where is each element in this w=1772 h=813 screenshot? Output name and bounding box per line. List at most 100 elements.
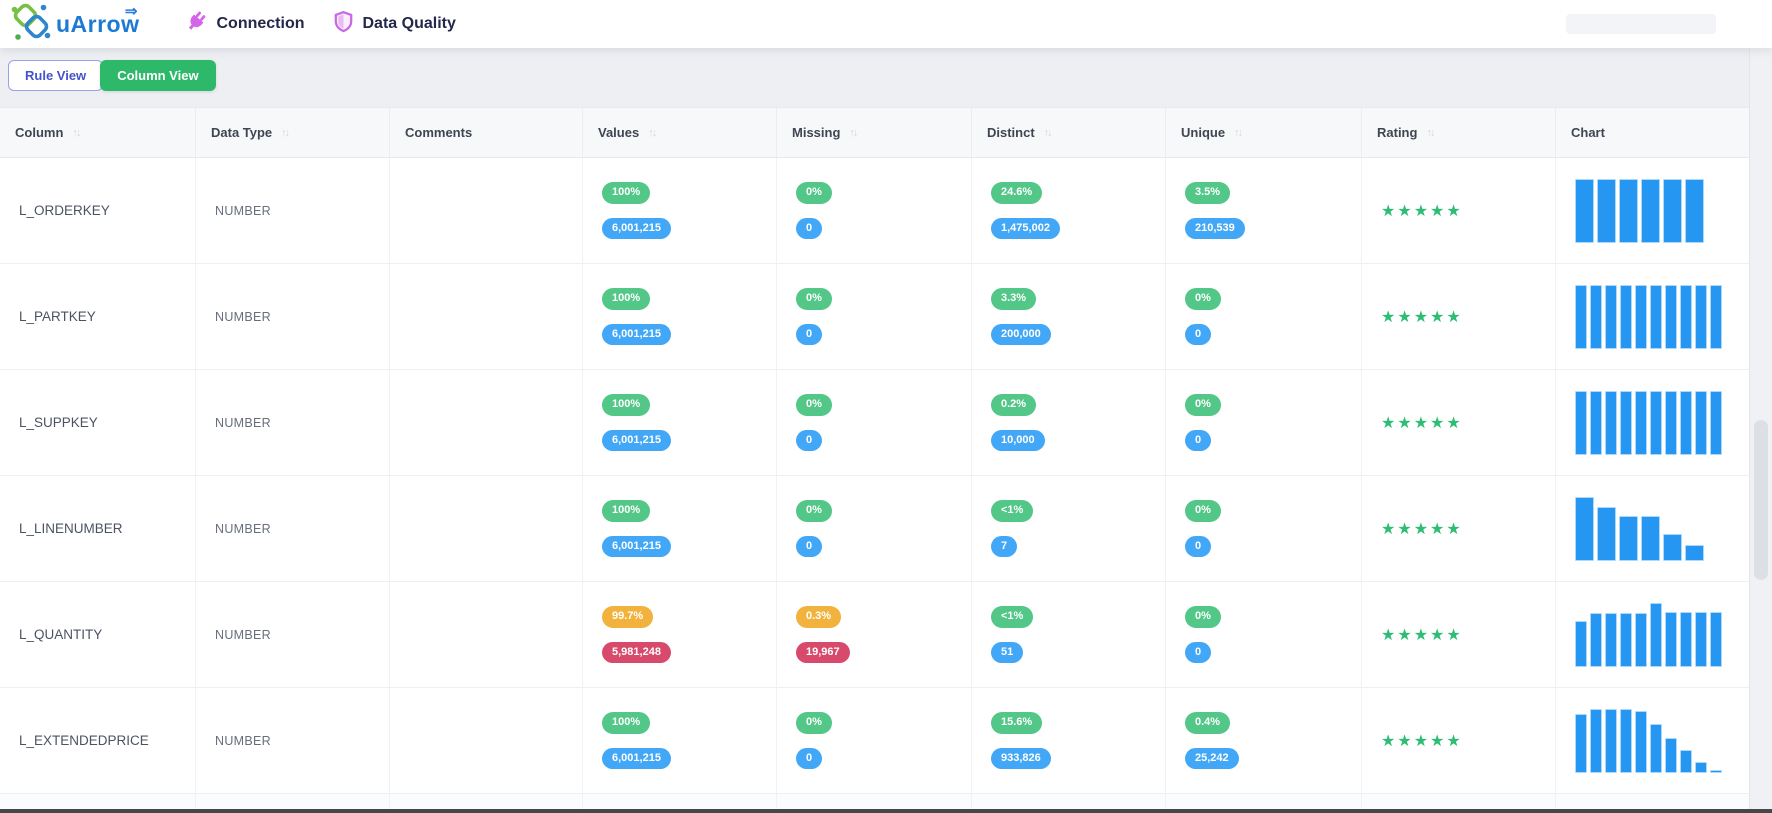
missing-cell: 0%0 xyxy=(777,688,972,793)
logo-icon xyxy=(10,2,52,47)
sort-icon[interactable]: ↑↓ xyxy=(281,127,288,139)
sort-icon[interactable]: ↑↓ xyxy=(1044,127,1051,139)
vertical-scrollbar[interactable] xyxy=(1749,48,1772,813)
table-row-l-extendedprice: L_EXTENDEDPRICENUMBER100%6,001,2150%015.… xyxy=(0,688,1749,794)
histogram-bar xyxy=(1619,179,1638,243)
main-nav: Connection Data Quality xyxy=(184,10,456,39)
histogram-bar xyxy=(1710,612,1722,667)
column-name-cell: L_QUANTITY xyxy=(0,582,196,687)
sort-icon[interactable]: ↑↓ xyxy=(1426,127,1433,139)
sort-icon[interactable]: ↑↓ xyxy=(849,127,856,139)
column-header-label: Distinct xyxy=(987,125,1035,140)
distinct-cell: 3.3%200,000 xyxy=(972,264,1166,369)
partial-row-cell xyxy=(972,794,1166,809)
column-header-rating[interactable]: Rating ↑↓ xyxy=(1362,108,1556,157)
column-header-distinct[interactable]: Distinct ↑↓ xyxy=(972,108,1166,157)
histogram-bar xyxy=(1590,285,1602,349)
column-name-cell: L_EXTENDEDPRICE xyxy=(0,688,196,793)
column-header-missing[interactable]: Missing ↑↓ xyxy=(777,108,972,157)
table-header-row: Column↑↓Data Type↑↓CommentsValues↑↓Missi… xyxy=(0,107,1749,158)
values-percent-badge: 100% xyxy=(602,182,650,204)
histogram-bar xyxy=(1575,391,1587,455)
sort-icon[interactable]: ↑↓ xyxy=(72,127,79,139)
values-count-badge: 6,001,215 xyxy=(602,324,671,346)
data-type-cell: NUMBER xyxy=(196,582,390,687)
unique-cell: 0%0 xyxy=(1166,476,1362,581)
unique-count-badge: 0 xyxy=(1185,430,1211,452)
star-rating-icon: ★★★★★ xyxy=(1381,731,1463,751)
nav-item-data-quality[interactable]: Data Quality xyxy=(333,10,456,38)
column-header-values[interactable]: Values ↑↓ xyxy=(583,108,777,157)
star-rating-icon: ★★★★★ xyxy=(1381,201,1463,221)
column-header-label: Values xyxy=(598,125,639,140)
histogram-bar xyxy=(1680,285,1692,349)
nav-data-quality-label: Data Quality xyxy=(363,15,456,33)
app-logo[interactable]: uArrow ⇒ xyxy=(10,2,140,47)
table-row-l-orderkey: L_ORDERKEYNUMBER100%6,001,2150%024.6%1,4… xyxy=(0,158,1749,264)
histogram-bar xyxy=(1650,285,1662,349)
distinct-cell: 0.2%10,000 xyxy=(972,370,1166,475)
missing-cell: 0%0 xyxy=(777,264,972,369)
comments-cell xyxy=(390,476,583,581)
star-rating-icon: ★★★★★ xyxy=(1381,625,1463,645)
logo-arrow-icon: ⇒ xyxy=(125,2,138,20)
distinct-count-badge: 51 xyxy=(991,642,1023,664)
column-header-column[interactable]: Column↑↓ xyxy=(0,108,196,157)
column-header-label: Missing xyxy=(792,125,840,140)
column-header-label: Data Type xyxy=(211,125,272,140)
histogram-bar xyxy=(1635,613,1647,667)
histogram-bar xyxy=(1605,613,1617,667)
column-header-label: Rating xyxy=(1377,125,1417,140)
chart-cell xyxy=(1556,158,1749,263)
comments-cell xyxy=(390,582,583,687)
histogram-bar xyxy=(1680,612,1692,667)
histogram-bar xyxy=(1605,709,1617,773)
unique-cell: 0%0 xyxy=(1166,582,1362,687)
histogram-bar xyxy=(1710,285,1722,349)
comments-cell xyxy=(390,264,583,369)
sort-icon[interactable]: ↑↓ xyxy=(648,127,655,139)
distinct-percent-badge: 3.3% xyxy=(991,288,1036,310)
histogram-bar xyxy=(1641,179,1660,243)
distinct-percent-badge: <1% xyxy=(991,500,1033,522)
partial-row-cell xyxy=(0,794,196,809)
chart-cell xyxy=(1556,264,1749,369)
tab-column-view[interactable]: Column View xyxy=(100,60,215,91)
unique-percent-badge: 3.5% xyxy=(1185,182,1230,204)
histogram-chart xyxy=(1575,179,1704,243)
histogram-chart xyxy=(1575,603,1722,667)
histogram-chart xyxy=(1575,285,1722,349)
column-header-data-type[interactable]: Data Type ↑↓ xyxy=(196,108,390,157)
missing-percent-badge: 0% xyxy=(796,394,832,416)
unique-count-badge: 25,242 xyxy=(1185,748,1239,770)
values-count-badge: 6,001,215 xyxy=(602,536,671,558)
rating-cell: ★★★★★ xyxy=(1362,476,1556,581)
histogram-bar xyxy=(1605,391,1617,455)
histogram-bar xyxy=(1650,724,1662,773)
histogram-bar xyxy=(1597,507,1616,561)
histogram-bar xyxy=(1620,285,1632,349)
histogram-bar xyxy=(1695,762,1707,773)
unique-percent-badge: 0% xyxy=(1185,606,1221,628)
missing-percent-badge: 0% xyxy=(796,288,832,310)
column-header-label: Chart xyxy=(1571,125,1605,140)
table-row-l-partkey: L_PARTKEYNUMBER100%6,001,2150%03.3%200,0… xyxy=(0,264,1749,370)
column-profile-table: Column↑↓Data Type↑↓CommentsValues↑↓Missi… xyxy=(0,107,1749,809)
column-header-unique[interactable]: Unique↑↓ xyxy=(1166,108,1362,157)
scrollbar-thumb[interactable] xyxy=(1754,420,1768,580)
sort-icon[interactable]: ↑↓ xyxy=(1234,127,1241,139)
histogram-bar xyxy=(1665,612,1677,667)
histogram-bar xyxy=(1685,179,1704,243)
rating-cell: ★★★★★ xyxy=(1362,264,1556,369)
comments-cell xyxy=(390,158,583,263)
shield-icon xyxy=(333,10,354,38)
comments-cell xyxy=(390,370,583,475)
partial-row-cell xyxy=(1166,794,1362,809)
values-percent-badge: 99.7% xyxy=(602,606,653,628)
unique-percent-badge: 0.4% xyxy=(1185,712,1230,734)
unique-cell: 0%0 xyxy=(1166,370,1362,475)
histogram-bar xyxy=(1663,179,1682,243)
nav-item-connection[interactable]: Connection xyxy=(184,10,305,39)
tab-rule-view[interactable]: Rule View xyxy=(8,60,103,91)
distinct-count-badge: 7 xyxy=(991,536,1017,558)
